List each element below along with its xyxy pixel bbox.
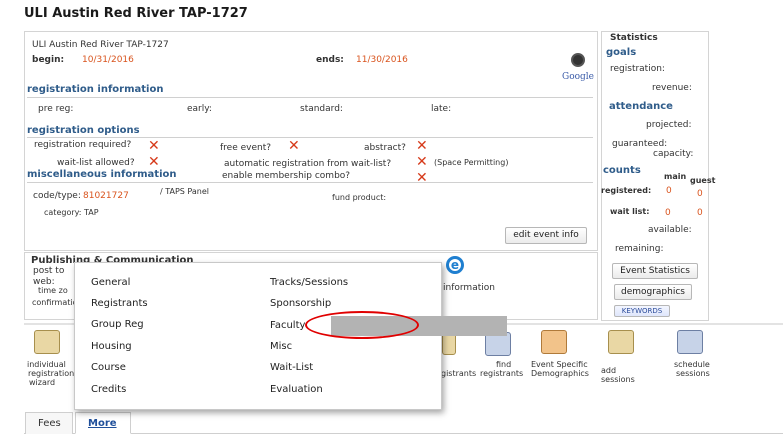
waitlist-label: wait list: xyxy=(610,207,650,216)
registration-required-label: registration required? xyxy=(34,140,132,150)
tab-more[interactable]: More xyxy=(75,412,131,434)
event-name: ULI Austin Red River TAP-1727 xyxy=(32,40,169,50)
tab-strip-line xyxy=(24,433,783,434)
menu-item-sponsorship[interactable]: Sponsorship xyxy=(270,298,331,309)
tab-fees[interactable]: Fees xyxy=(25,412,73,434)
registered-main-value: 0 xyxy=(666,186,672,196)
main-column-label: main xyxy=(664,172,687,181)
page-title: ULI Austin Red River TAP-1727 xyxy=(24,6,248,21)
event-specific-label[interactable]: Event Specific xyxy=(531,360,588,369)
edit-event-info-button[interactable]: edit event info xyxy=(505,227,587,244)
registration-label[interactable]: registration xyxy=(28,369,74,378)
separator-line xyxy=(27,97,593,98)
counts-heading: counts xyxy=(603,165,641,176)
schedule-sessions-icon[interactable] xyxy=(677,330,703,354)
auto-registration-x-icon[interactable]: ✕ xyxy=(416,155,428,169)
wizard-label[interactable]: wizard xyxy=(29,378,55,387)
confirmation-label: confirmatio xyxy=(32,298,78,307)
separator-line xyxy=(27,182,593,183)
code-value: 81021727 xyxy=(83,191,129,201)
space-permitting-label: (Space Permitting) xyxy=(434,158,509,167)
menu-item-tracks-sessions[interactable]: Tracks/Sessions xyxy=(270,277,348,288)
goal-revenue-label: revenue: xyxy=(652,83,692,93)
begin-label: begin: xyxy=(32,55,65,65)
menu-item-general[interactable]: General xyxy=(91,277,130,288)
demographics-label[interactable]: Demographics xyxy=(531,369,589,378)
demographics-people-icon[interactable] xyxy=(541,330,567,354)
statistics-title: Statistics xyxy=(610,33,658,43)
schedule-label[interactable]: schedule xyxy=(674,360,710,369)
add-sessions-label[interactable]: sessions xyxy=(601,375,635,384)
ends-label: ends: xyxy=(316,55,344,65)
compass-icon[interactable] xyxy=(571,53,585,67)
guest-column-label: guest xyxy=(690,176,716,185)
remaining-label: remaining: xyxy=(615,244,664,254)
menu-item-registrants[interactable]: Registrants xyxy=(91,298,148,309)
code-type-label: code/type: xyxy=(33,191,81,201)
registrants-label[interactable]: gistrants xyxy=(441,369,476,378)
individual-label[interactable]: individual xyxy=(27,360,66,369)
standard-label: standard: xyxy=(300,104,343,114)
free-event-x-icon[interactable]: ✕ xyxy=(288,139,300,153)
capacity-label: capacity: xyxy=(653,149,694,159)
keywords-button[interactable]: KEYWORDS xyxy=(614,305,670,317)
free-event-label: free event? xyxy=(220,143,272,153)
end-date: 11/30/2016 xyxy=(356,55,408,65)
post-to-label: post to xyxy=(33,266,65,276)
begin-date: 10/31/2016 xyxy=(82,55,134,65)
find-label[interactable]: find xyxy=(496,360,511,369)
category-label: category: TAP xyxy=(44,208,99,217)
goals-heading: goals xyxy=(606,47,637,58)
menu-item-course[interactable]: Course xyxy=(91,362,126,373)
time-zone-label: time zo xyxy=(38,286,68,295)
google-logo[interactable]: Google xyxy=(562,72,594,82)
menu-item-credits[interactable]: Credits xyxy=(91,384,126,395)
menu-item-housing[interactable]: Housing xyxy=(91,341,132,352)
separator-line xyxy=(27,137,593,138)
menu-item-evaluation[interactable]: Evaluation xyxy=(270,384,323,395)
registration-wizard-icon[interactable] xyxy=(34,330,60,354)
waitlist-guest-value: 0 xyxy=(697,208,703,218)
add-sessions-icon[interactable] xyxy=(608,330,634,354)
goal-registration-label: registration: xyxy=(610,64,665,74)
menu-item-wait-list[interactable]: Wait-List xyxy=(270,362,313,373)
miscellaneous-information-heading: miscellaneous information xyxy=(27,169,177,180)
ie-icon[interactable]: e xyxy=(446,256,464,274)
menu-item-group-reg[interactable]: Group Reg xyxy=(91,319,144,330)
menu-item-misc[interactable]: Misc xyxy=(270,341,292,352)
attendance-heading: attendance xyxy=(609,101,673,112)
more-dropdown-menu: General Registrants Group Reg Housing Co… xyxy=(74,262,507,410)
schedule-sessions-label[interactable]: sessions xyxy=(676,369,710,378)
registration-required-x-icon[interactable]: ✕ xyxy=(148,139,160,153)
late-label: late: xyxy=(431,104,452,114)
abstract-label: abstract? xyxy=(364,143,406,153)
event-statistics-button[interactable]: Event Statistics xyxy=(612,263,698,279)
information-label: information xyxy=(443,283,495,293)
early-label: early: xyxy=(187,104,212,114)
fund-product-label: fund product: xyxy=(332,193,387,202)
find-registrants-label[interactable]: registrants xyxy=(480,369,523,378)
registered-guest-value: 0 xyxy=(697,189,703,199)
membership-combo-label: enable membership combo? xyxy=(222,171,351,181)
pre-reg-label: pre reg: xyxy=(38,104,74,114)
auto-registration-label: automatic registration from wait-list? xyxy=(224,159,392,169)
registered-label: registered: xyxy=(601,186,652,195)
registration-information-heading: registration information xyxy=(27,84,164,95)
waitlist-allowed-label: wait-list allowed? xyxy=(57,158,135,168)
waitlist-allowed-x-icon[interactable]: ✕ xyxy=(148,155,160,169)
registration-options-heading: registration options xyxy=(27,125,140,136)
type-value: / TAPS Panel xyxy=(160,187,210,196)
waitlist-main-value: 0 xyxy=(665,208,671,218)
projected-label: projected: xyxy=(646,120,692,130)
available-label: available: xyxy=(648,225,692,235)
menu-item-faculty[interactable]: Faculty xyxy=(270,320,305,331)
guaranteed-label: guaranteed: xyxy=(612,139,668,149)
demographics-button[interactable]: demographics xyxy=(614,284,692,300)
abstract-x-icon[interactable]: ✕ xyxy=(416,139,428,153)
faculty-highlight-oval xyxy=(305,311,419,339)
add-label[interactable]: add xyxy=(601,366,616,375)
